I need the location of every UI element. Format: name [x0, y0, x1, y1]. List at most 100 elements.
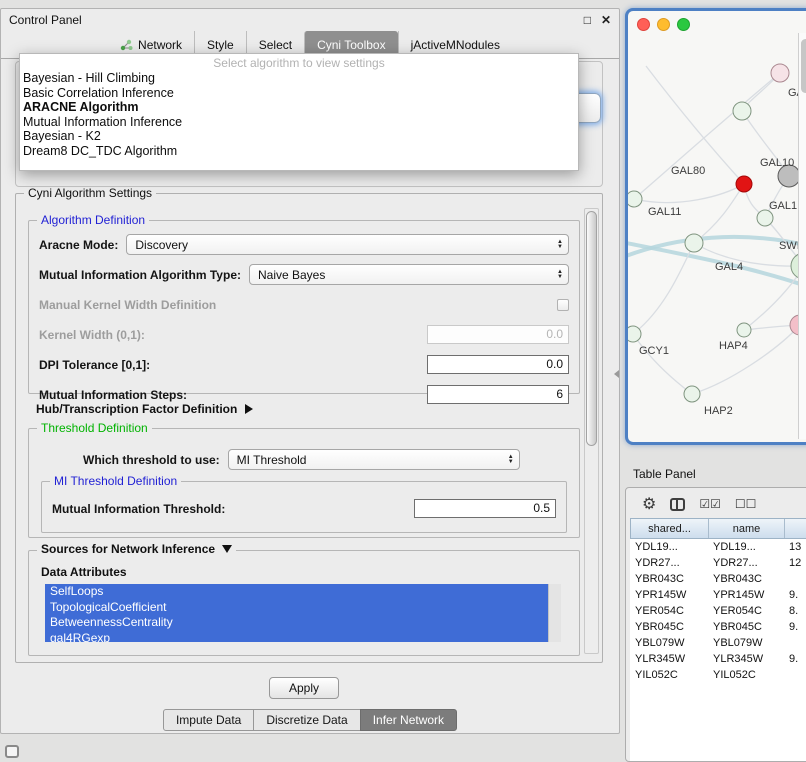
list-item[interactable]: SelfLoops — [45, 584, 548, 600]
network-node[interactable] — [771, 64, 789, 82]
list-item[interactable]: gal4RGexp — [45, 631, 548, 643]
float-window-icon[interactable]: □ — [584, 13, 591, 27]
list-scrollbar[interactable] — [548, 584, 561, 642]
table-cell: YDL19... — [708, 539, 784, 555]
manual-kernel-label: Manual Kernel Width Definition — [39, 298, 216, 312]
manual-kernel-checkbox[interactable] — [557, 299, 569, 311]
network-view-window: GAL80 GAL10 GAL11 GAL1 SWI4 GAL4 GCY1 HA… — [625, 8, 806, 445]
panel-corner-icon[interactable] — [5, 745, 19, 758]
algorithm-option-selected[interactable]: ARACNE Algorithm — [20, 100, 578, 115]
node-label: HAP2 — [704, 405, 733, 417]
algorithm-option[interactable]: Mutual Information Inference — [20, 115, 578, 130]
table-cell: YER054C — [630, 603, 708, 619]
table-row[interactable]: YIL052CYIL052C — [630, 667, 806, 683]
network-node[interactable] — [685, 234, 703, 252]
table-row[interactable]: YBR045CYBR045C9. — [630, 619, 806, 635]
table-row[interactable]: YDR27...YDR27...12 — [630, 555, 806, 571]
algorithm-option[interactable]: Bayesian - Hill Climbing — [20, 71, 578, 86]
tab-discretize-data[interactable]: Discretize Data — [253, 709, 360, 731]
table-cell — [784, 635, 806, 651]
table-cell: 8. — [784, 603, 806, 619]
table-row[interactable]: YPR145WYPR145W9. — [630, 587, 806, 603]
mi-type-label: Mutual Information Algorithm Type: — [39, 268, 241, 282]
sources-toggle[interactable]: Sources for Network Inference — [37, 542, 236, 556]
algorithm-option[interactable]: Bayesian - K2 — [20, 129, 578, 144]
list-item[interactable]: TopologicalCoefficient — [45, 600, 548, 616]
dpi-tolerance-label: DPI Tolerance [0,1]: — [39, 358, 150, 372]
table-cell: YPR145W — [708, 587, 784, 603]
collapse-arrow-icon — [222, 545, 232, 553]
network-node[interactable] — [628, 326, 641, 342]
window-buttons: □ ✕ — [584, 13, 611, 27]
table-body: YDL19...YDL19...13YDR27...YDR27...12YBR0… — [630, 539, 806, 761]
network-canvas[interactable]: GAL80 GAL10 GAL11 GAL1 SWI4 GAL4 GCY1 HA… — [628, 11, 806, 442]
node-label: GCY1 — [639, 345, 669, 357]
sources-title-label: Sources for Network Inference — [41, 542, 215, 556]
table-row[interactable]: YER054CYER054C8. — [630, 603, 806, 619]
network-node[interactable] — [757, 210, 773, 226]
settings-gear-icon[interactable]: ⚙ — [642, 494, 656, 514]
close-window-icon[interactable]: ✕ — [601, 13, 611, 27]
dropdown-placeholder: Select algorithm to view settings — [20, 56, 578, 71]
list-item[interactable]: BetweennessCentrality — [45, 615, 548, 631]
tab-label: jActiveMNodules — [411, 38, 500, 52]
network-node[interactable] — [736, 176, 752, 192]
network-scrollbar[interactable] — [798, 33, 806, 439]
node-label: GAL10 — [760, 157, 794, 169]
close-button[interactable] — [637, 18, 650, 31]
network-node[interactable] — [684, 386, 700, 402]
minimize-button[interactable] — [657, 18, 670, 31]
mi-threshold-field[interactable]: 0.5 — [414, 499, 556, 518]
data-attributes-label: Data Attributes — [41, 565, 579, 579]
network-node[interactable] — [733, 102, 751, 120]
table-cell: YBL079W — [708, 635, 784, 651]
tab-infer-network[interactable]: Infer Network — [360, 709, 457, 731]
mi-steps-field[interactable]: 6 — [427, 385, 569, 404]
kernel-width-field[interactable]: 0.0 — [427, 325, 569, 344]
aracne-mode-select[interactable]: Discovery — [126, 234, 569, 255]
threshold-definition-group: Threshold Definition Which threshold to … — [28, 428, 580, 538]
network-edge — [694, 184, 744, 243]
cyni-algorithm-settings-group: Cyni Algorithm Settings Algorithm Defini… — [15, 193, 603, 663]
tab-impute-data[interactable]: Impute Data — [163, 709, 254, 731]
column-header[interactable]: shared... — [631, 519, 709, 538]
splitter-arrow-icon[interactable] — [614, 370, 619, 378]
hub-definition-label: Hub/Transcription Factor Definition — [36, 402, 237, 416]
table-row[interactable]: YBR043CYBR043C — [630, 571, 806, 587]
table-cell: YDL19... — [630, 539, 708, 555]
network-scrollbar-thumb[interactable] — [801, 39, 806, 93]
hub-definition-toggle[interactable]: Hub/Transcription Factor Definition — [36, 402, 253, 416]
table-cell: YPR145W — [630, 587, 708, 603]
tab-label: Style — [207, 38, 234, 52]
apply-button[interactable]: Apply — [269, 677, 339, 699]
table-row[interactable]: YDL19...YDL19...13 — [630, 539, 806, 555]
data-attributes-list: SelfLoops TopologicalCoefficient Between… — [45, 584, 561, 642]
table-row[interactable]: YLR345WYLR345W9. — [630, 651, 806, 667]
mi-threshold-title: MI Threshold Definition — [50, 474, 181, 488]
algorithm-dropdown-list: Select algorithm to view settings Bayesi… — [19, 53, 579, 171]
algorithm-option[interactable]: Basic Correlation Inference — [20, 86, 578, 101]
tab-label: Select — [259, 38, 292, 52]
select-all-icon[interactable]: ☑☑ — [699, 497, 721, 511]
column-header[interactable] — [785, 519, 806, 538]
node-label: GAL4 — [715, 261, 743, 273]
settings-scrollbar-thumb[interactable] — [586, 211, 597, 446]
table-row[interactable]: YBL079WYBL079W — [630, 635, 806, 651]
zoom-button[interactable] — [677, 18, 690, 31]
which-threshold-select[interactable]: MI Threshold — [228, 449, 520, 470]
aracne-mode-label: Aracne Mode: — [39, 238, 118, 252]
network-node[interactable] — [628, 191, 642, 207]
dpi-tolerance-field[interactable]: 0.0 — [427, 355, 569, 374]
node-label: GAL80 — [671, 165, 705, 177]
show-columns-icon[interactable] — [670, 498, 685, 511]
column-header[interactable]: name — [709, 519, 785, 538]
algorithm-definition-group: Algorithm Definition Aracne Mode: Discov… — [28, 220, 580, 394]
settings-scrollbar[interactable] — [584, 208, 599, 654]
mi-threshold-group: MI Threshold Definition Mutual Informati… — [41, 481, 567, 533]
deselect-all-icon[interactable]: ☐☐ — [735, 497, 757, 511]
table-cell: 9. — [784, 619, 806, 635]
algorithm-option[interactable]: Dream8 DC_TDC Algorithm — [20, 144, 578, 159]
table-cell: YER054C — [708, 603, 784, 619]
network-node[interactable] — [737, 323, 751, 337]
mi-type-select[interactable]: Naive Bayes — [249, 264, 569, 285]
